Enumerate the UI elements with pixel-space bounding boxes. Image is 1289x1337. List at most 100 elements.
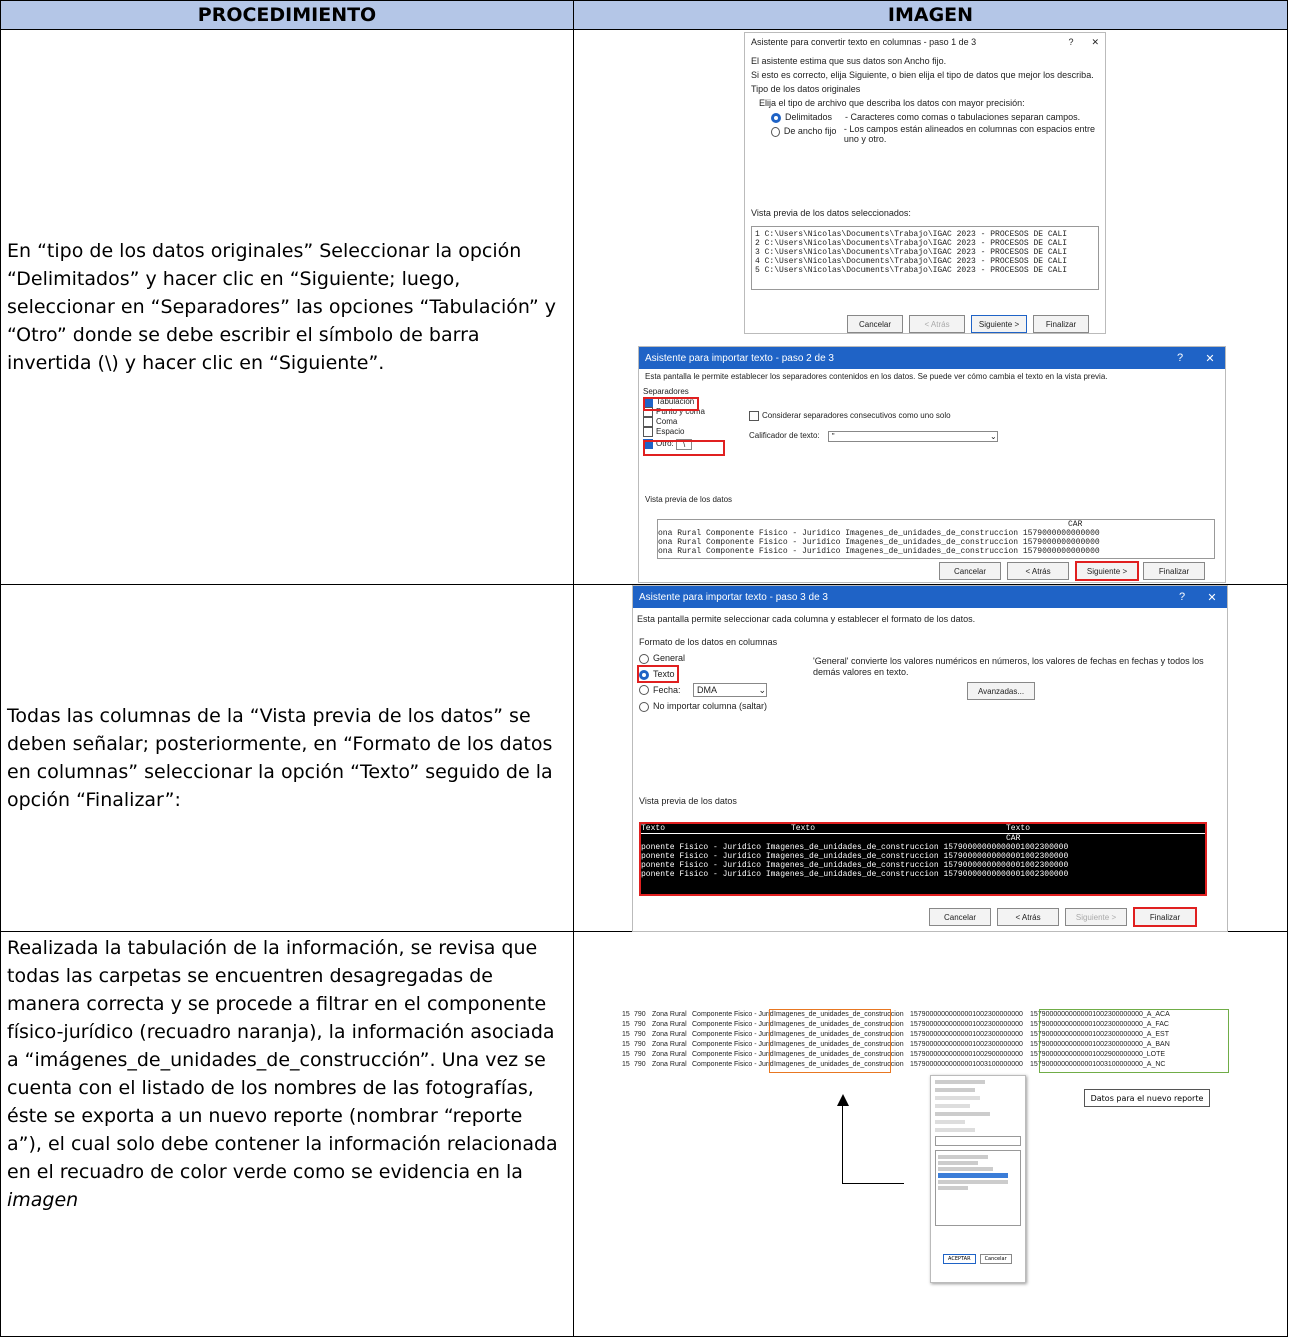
cancel-button[interactable]: Cancelar [939, 562, 1001, 580]
radio-desc: - Los campos están alineados en columnas… [843, 124, 1096, 144]
advanced-button[interactable]: Avanzadas... [967, 682, 1035, 700]
preview-row: ona Rural Componente Fisico - Juridico I… [658, 538, 1100, 547]
procedure-table: PROCEDIMIENTO IMAGEN En “tipo de los dat… [0, 0, 1288, 1337]
next-button[interactable]: Siguiente > [1065, 908, 1127, 926]
date-select[interactable]: DMA ⌄ [693, 683, 767, 697]
preview-col-header[interactable]: Texto [1006, 824, 1030, 833]
help-icon[interactable]: ? [1165, 352, 1195, 364]
sheet-cell: 790 [634, 1011, 646, 1018]
radio-ancho-fijo[interactable] [771, 127, 780, 137]
cancel-button[interactable]: Cancelar [847, 315, 903, 333]
preview-header: CAR [1068, 520, 1083, 529]
procedure-text-3: Realizada la tabulación de la informació… [0, 931, 574, 1337]
checkbox-coma[interactable] [643, 417, 653, 428]
header-imagen: IMAGEN [573, 0, 1288, 30]
sheet-cell: 790 [634, 1051, 646, 1058]
preview-col-header[interactable]: Texto [641, 824, 791, 833]
dialog-title: Asistente para importar texto - paso 3 d… [639, 591, 828, 603]
dialog-line: El asistente estima que sus datos son An… [751, 56, 947, 66]
back-button[interactable]: < Atrás [909, 315, 965, 333]
radio-label: No importar columna (saltar) [653, 701, 768, 711]
radio-label: General [653, 653, 686, 663]
preview-col-header[interactable]: Texto [791, 824, 1006, 833]
radio-label: De ancho fijo [783, 126, 837, 136]
date-value: DMA [697, 685, 717, 695]
sheet-cell: 15790000000000001002300000000 [910, 1041, 1023, 1048]
preview-box[interactable]: 1 C:\Users\Nicolas\Documents\Trabajo\IGA… [751, 226, 1099, 290]
orange-highlight [769, 1009, 891, 1073]
header-row: PROCEDIMIENTO IMAGEN [0, 0, 1288, 30]
general-desc: 'General' convierte los valores numérico… [813, 656, 1204, 677]
sheet-cell: Zona Rural [652, 1061, 687, 1068]
arrow-line [842, 1104, 843, 1184]
dialog-line: Si esto es correcto, elija Siguiente, o … [751, 70, 1094, 80]
sheet-cell: 15 [622, 1051, 630, 1058]
procedure-row: En “tipo de los datos originales” Selecc… [0, 29, 1288, 585]
green-highlight [1039, 1009, 1229, 1073]
sheet-cell: 15790000000000001002300000000 [910, 1021, 1023, 1028]
finish-button[interactable]: Finalizar [1133, 907, 1197, 927]
sheet-cell: 790 [634, 1061, 646, 1068]
help-icon[interactable]: ? [1167, 591, 1197, 603]
close-icon[interactable]: ✕ [1195, 352, 1225, 365]
checkbox-consecutivos[interactable] [749, 411, 759, 421]
accept-button[interactable]: ACEPTAR [943, 1254, 976, 1264]
image-cell-2: Asistente para importar texto - paso 3 d… [573, 584, 1288, 932]
procedure-text-1: En “tipo de los datos originales” Selecc… [0, 29, 574, 585]
finish-button[interactable]: Finalizar [1143, 562, 1205, 580]
arrow-line [842, 1183, 904, 1184]
sheet-cell: 15 [622, 1041, 630, 1048]
procedure-text-2: Todas las columnas de la “Vista previa d… [0, 584, 574, 932]
highlight-texto [637, 665, 679, 683]
preview-label: Vista previa de los datos [645, 495, 733, 504]
close-icon[interactable]: ✕ [1197, 591, 1227, 604]
highlight-tabulacion [643, 397, 699, 411]
radio-general[interactable] [639, 653, 649, 664]
qualifier-select[interactable]: " ⌄ [827, 431, 998, 442]
preview-row: ona Rural Componente Fisico - Juridico I… [658, 529, 1100, 538]
radio-desc: - Caracteres como comas o tabulaciones s… [845, 112, 1081, 122]
dialog-line: Esta pantalla permite seleccionar cada c… [637, 614, 976, 624]
preview-row: ponente Fisico - Juridico Imagenes_de_un… [641, 870, 1069, 879]
back-button[interactable]: < Atrás [997, 908, 1059, 926]
preview-row: ona Rural Componente Fisico - Juridico I… [658, 547, 1100, 556]
cancel-button[interactable]: Cancelar [979, 1254, 1012, 1264]
group-label: Formato de los datos en columnas [639, 637, 778, 647]
preview-box[interactable]: CAR ona Rural Componente Fisico - Juridi… [657, 519, 1215, 559]
qualifier-label: Calificador de texto: [749, 431, 820, 440]
preview-row: 2 C:\Users\Nicolas\Documents\Trabajo\IGA… [755, 239, 1068, 248]
dialog-line: Elija el tipo de archivo que describa lo… [759, 98, 1025, 108]
radio-delimitados[interactable] [771, 112, 781, 123]
next-button[interactable]: Siguiente > [971, 315, 1027, 333]
filter-menu[interactable]: ACEPTAR Cancelar [930, 1075, 1026, 1283]
procedure-row: Realizada la tabulación de la informació… [0, 931, 1288, 1337]
checkbox-espacio[interactable] [643, 427, 653, 438]
next-button[interactable]: Siguiente > [1075, 561, 1139, 581]
sheet-cell: Zona Rural [652, 1051, 687, 1058]
sheet-cell: 15790000000000001002300000000 [910, 1031, 1023, 1038]
radio-no-importar[interactable] [639, 701, 649, 712]
procedure-text-main: Realizada la tabulación de la informació… [7, 937, 558, 1183]
sheet-cell: 15790000000000001002300000000 [910, 1011, 1023, 1018]
cancel-button[interactable]: Cancelar [929, 908, 991, 926]
wizard-step2-dialog: Asistente para importar texto - paso 2 d… [638, 346, 1226, 583]
preview-box-selected[interactable]: Texto Texto Texto CAR ponente Fisico - Jur… [639, 822, 1207, 896]
sheet-cell: Componente Fisico - Juridico [692, 1061, 774, 1068]
sheet-cell: Componente Fisico - Juridico [692, 1011, 774, 1018]
preview-row: ponente Fisico - Juridico Imagenes_de_un… [641, 843, 1069, 852]
sheet-cell: Zona Rural [652, 1041, 687, 1048]
back-button[interactable]: < Atrás [1007, 562, 1069, 580]
sheet-cell: 15790000000000001003100000000 [910, 1061, 1023, 1068]
dialog-title: Asistente para importar texto - paso 2 d… [645, 352, 834, 364]
titlebar: Asistente para importar texto - paso 3 d… [633, 586, 1227, 608]
sheet-cell: Componente Fisico - Juridico [692, 1051, 774, 1058]
finish-button[interactable]: Finalizar [1033, 315, 1089, 333]
wizard-step3-dialog: Asistente para importar texto - paso 3 d… [632, 585, 1228, 932]
preview-header: CAR [1006, 834, 1021, 843]
sheet-cell: Componente Fisico - Juridico [692, 1041, 774, 1048]
radio-fecha[interactable] [639, 685, 649, 695]
close-icon[interactable]: ✕ [1091, 37, 1099, 48]
sheet-cell: 15 [622, 1011, 630, 1018]
help-icon[interactable]: ? [1068, 37, 1073, 48]
dialog-line: Esta pantalla le permite establecer los … [645, 372, 1108, 381]
